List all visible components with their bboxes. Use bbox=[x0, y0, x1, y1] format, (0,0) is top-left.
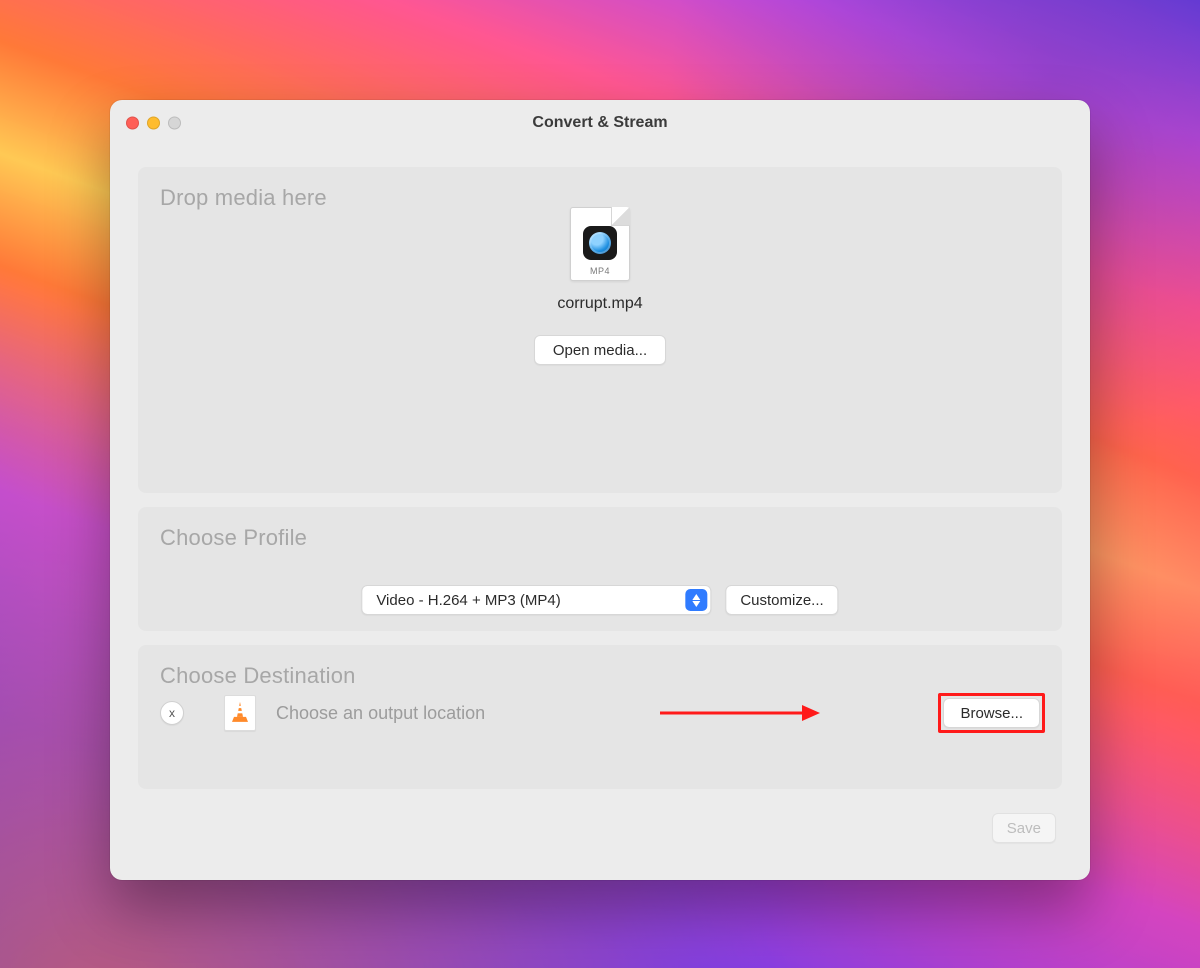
close-window-button[interactable] bbox=[126, 117, 139, 130]
clear-destination-button[interactable]: x bbox=[160, 701, 184, 725]
profile-controls: Video - H.264 + MP3 (MP4) Customize... bbox=[361, 585, 838, 615]
choose-profile-heading: Choose Profile bbox=[160, 525, 1040, 551]
quicktime-icon bbox=[583, 226, 617, 260]
media-file-icon: MP4 bbox=[570, 207, 630, 281]
choose-profile-section: Choose Profile Video - H.264 + MP3 (MP4)… bbox=[138, 507, 1062, 631]
destination-controls: x Choose an output location Browse... bbox=[160, 695, 1040, 731]
window-title: Convert & Stream bbox=[532, 114, 667, 132]
drop-media-section[interactable]: Drop media here MP4 corrupt.mp4 Open med… bbox=[138, 167, 1062, 493]
zoom-window-button[interactable] bbox=[168, 117, 181, 130]
choose-destination-heading: Choose Destination bbox=[160, 663, 1040, 689]
media-file-name: corrupt.mp4 bbox=[557, 295, 642, 313]
select-stepper-icon bbox=[685, 589, 707, 611]
profile-select[interactable]: Video - H.264 + MP3 (MP4) bbox=[361, 585, 711, 615]
window-body: Drop media here MP4 corrupt.mp4 Open med… bbox=[110, 147, 1090, 853]
browse-destination-button[interactable]: Browse... bbox=[943, 698, 1040, 728]
save-button[interactable]: Save bbox=[992, 813, 1056, 843]
window-titlebar: Convert & Stream bbox=[110, 100, 1090, 147]
open-media-button[interactable]: Open media... bbox=[534, 335, 666, 365]
vlc-cone-icon bbox=[224, 695, 256, 731]
browse-button-highlight: Browse... bbox=[943, 698, 1040, 728]
window-traffic-lights bbox=[126, 117, 181, 130]
convert-stream-window: Convert & Stream Drop media here MP4 cor… bbox=[110, 100, 1090, 880]
profile-select-value: Video - H.264 + MP3 (MP4) bbox=[376, 592, 560, 609]
footer-row: Save bbox=[138, 803, 1062, 843]
choose-destination-section: Choose Destination x Choose an output lo… bbox=[138, 645, 1062, 789]
destination-placeholder: Choose an output location bbox=[276, 703, 943, 724]
drop-media-content: MP4 corrupt.mp4 Open media... bbox=[470, 207, 730, 365]
customize-profile-button[interactable]: Customize... bbox=[725, 585, 838, 615]
file-extension-label: MP4 bbox=[571, 266, 629, 276]
page-fold-icon bbox=[611, 207, 630, 226]
minimize-window-button[interactable] bbox=[147, 117, 160, 130]
